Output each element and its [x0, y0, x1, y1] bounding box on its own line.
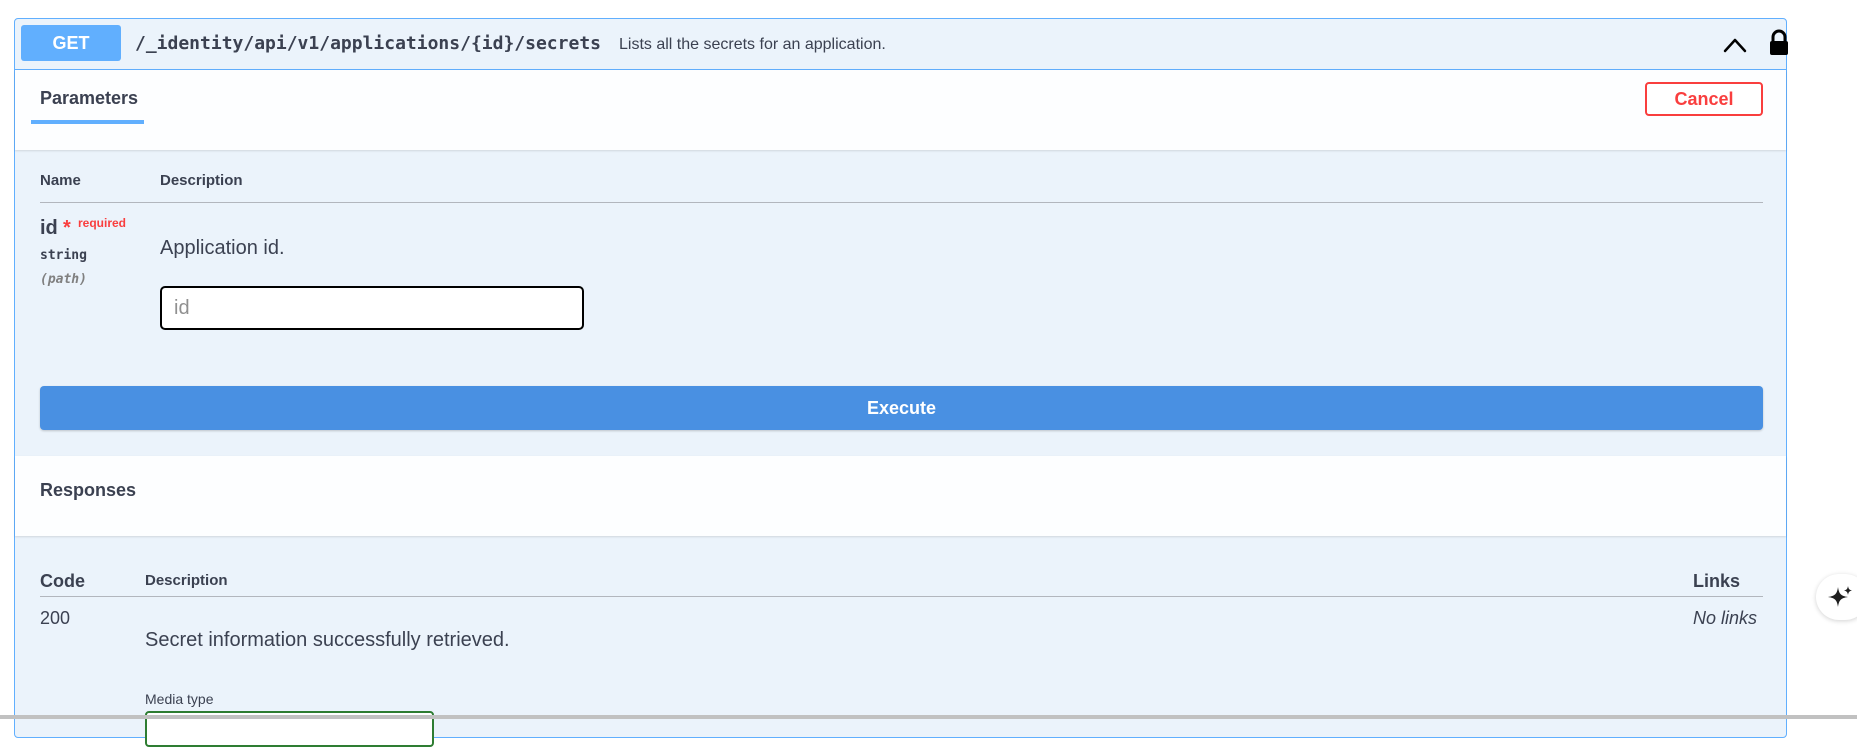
param-location: (path)	[40, 272, 87, 287]
responses-title: Responses	[40, 480, 137, 500]
param-description: Application id.	[160, 237, 285, 259]
params-col-description: Description	[160, 172, 243, 189]
responses-col-links: Links	[1693, 571, 1741, 591]
param-type: string	[40, 248, 87, 263]
operation-summary[interactable]: GET /_identity/api/v1/applications/{id}/…	[15, 19, 1788, 70]
chevron-up-icon[interactable]	[1721, 33, 1749, 57]
tab-active-indicator	[31, 120, 144, 124]
param-name: id	[40, 217, 58, 239]
http-method-badge: GET	[21, 25, 121, 61]
horizontal-scrollbar[interactable]	[0, 715, 1857, 719]
operation-block-get-secrets: GET /_identity/api/v1/applications/{id}/…	[14, 18, 1788, 747]
params-col-name: Name	[40, 172, 81, 189]
response-description: Secret information successfully retrieve…	[145, 629, 510, 651]
parameters-header: Parameters Cancel	[15, 70, 1786, 150]
param-required-label: required	[78, 216, 127, 230]
assistant-button[interactable]	[1816, 574, 1857, 620]
tab-parameters[interactable]: Parameters	[40, 88, 138, 109]
operation-summary-text: Lists all the secrets for an application…	[619, 36, 886, 53]
response-links: No links	[1693, 608, 1758, 628]
cancel-button[interactable]: Cancel	[1645, 82, 1763, 116]
params-header-divider	[40, 202, 1763, 203]
responses-header: Responses	[15, 456, 1786, 536]
responses-col-code: Code	[40, 571, 85, 591]
id-input[interactable]	[160, 286, 584, 330]
lock-icon[interactable]	[1767, 29, 1791, 57]
execute-button[interactable]: Execute	[40, 386, 1763, 430]
responses-col-description: Description	[145, 572, 228, 589]
media-type-label: Media type	[145, 691, 214, 707]
responses-header-divider	[40, 596, 1763, 597]
sparkle-icon	[1828, 586, 1852, 607]
param-required-marker: *	[63, 217, 71, 239]
operation-path: /_identity/api/v1/applications/{id}/secr…	[135, 33, 601, 54]
response-code: 200	[40, 608, 71, 628]
